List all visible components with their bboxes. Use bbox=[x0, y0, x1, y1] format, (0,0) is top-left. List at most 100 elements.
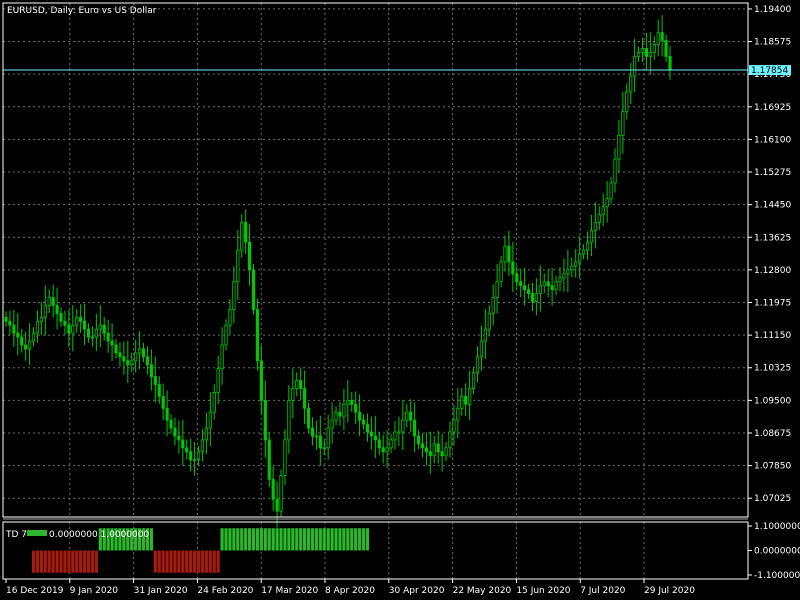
candle-body bbox=[79, 316, 83, 322]
candle-body bbox=[291, 388, 295, 401]
time-tick-label: 16 Dec 2019 bbox=[6, 586, 64, 596]
indicator-bar-down bbox=[192, 550, 197, 573]
candle-body bbox=[303, 388, 307, 409]
candle-body bbox=[161, 396, 165, 409]
candle-body bbox=[436, 443, 440, 453]
candle-body bbox=[224, 324, 228, 346]
candle-body bbox=[141, 348, 146, 358]
candle-body bbox=[534, 293, 539, 302]
candle-body bbox=[346, 399, 350, 405]
candle-body bbox=[51, 297, 55, 306]
candle-body bbox=[511, 261, 515, 275]
candle-body bbox=[71, 324, 75, 334]
candle-body bbox=[334, 411, 338, 421]
indicator-bar-up bbox=[283, 528, 287, 551]
candle-body bbox=[664, 40, 668, 57]
candle-body bbox=[471, 372, 476, 389]
candle-body bbox=[377, 439, 381, 449]
candle-body bbox=[381, 447, 385, 453]
candle-body bbox=[200, 439, 205, 453]
candle-body bbox=[538, 285, 542, 295]
candle-body bbox=[444, 447, 448, 457]
candle-body bbox=[106, 332, 110, 342]
candle-body bbox=[118, 352, 122, 358]
candle-body bbox=[244, 222, 248, 243]
candle-body bbox=[640, 48, 645, 53]
indicator-bar-down bbox=[157, 550, 161, 573]
indicator-bar-up bbox=[303, 528, 307, 551]
candle-body bbox=[491, 297, 495, 314]
candle-body bbox=[574, 261, 578, 267]
candle-body bbox=[55, 305, 59, 314]
price-tick-label: 1.07850 bbox=[754, 462, 791, 472]
candle-body bbox=[137, 348, 142, 354]
candle-body bbox=[499, 261, 503, 283]
candle-body bbox=[397, 431, 401, 434]
candle-body bbox=[581, 249, 586, 255]
candle-body bbox=[613, 158, 617, 184]
indicator-bar-up bbox=[244, 528, 248, 551]
indicator-bar-down bbox=[169, 550, 173, 573]
candle-body bbox=[385, 447, 389, 453]
candle-body bbox=[479, 340, 484, 358]
candle-body bbox=[342, 403, 346, 417]
indicator-bar-down bbox=[173, 550, 177, 573]
indicator-bar-down bbox=[196, 550, 201, 573]
candle-body bbox=[283, 439, 287, 476]
indicator-bar-down bbox=[208, 550, 212, 573]
candle-body bbox=[373, 435, 377, 441]
candle-body bbox=[295, 380, 299, 389]
indicator-bar-up bbox=[149, 528, 153, 551]
indicator-bar-up bbox=[251, 528, 256, 551]
candle-body bbox=[452, 419, 456, 433]
candle-body bbox=[310, 427, 315, 437]
indicator-bar-down bbox=[67, 550, 71, 573]
candle-body bbox=[597, 214, 601, 223]
candle-body bbox=[660, 32, 664, 41]
candle-body bbox=[350, 399, 354, 405]
candle-body bbox=[181, 439, 185, 449]
candle-body bbox=[271, 479, 275, 500]
time-tick-label: 15 Jun 2020 bbox=[516, 586, 570, 596]
candle-body bbox=[63, 320, 67, 326]
candle-body bbox=[456, 407, 460, 421]
current-price-label: 1.17854 bbox=[751, 66, 788, 76]
indicator-bar-up bbox=[291, 528, 295, 551]
candle-body bbox=[24, 344, 28, 350]
indicator-bar-up bbox=[314, 528, 318, 551]
candle-body bbox=[75, 316, 79, 326]
indicator-name: TD 7 bbox=[5, 530, 27, 540]
indicator-bar-up bbox=[361, 528, 366, 551]
candle-body bbox=[558, 277, 562, 283]
indicator-bar-down bbox=[181, 550, 185, 573]
candle-body bbox=[255, 309, 260, 362]
candle-body bbox=[306, 407, 311, 429]
candle-body bbox=[27, 340, 32, 350]
indicator-bar-up bbox=[255, 528, 260, 551]
candle-body bbox=[605, 198, 609, 208]
candle-body bbox=[554, 281, 558, 291]
candle-body bbox=[114, 344, 118, 354]
candle-body bbox=[169, 419, 173, 429]
indicator-bar-up bbox=[365, 528, 370, 551]
indicator-bar-down bbox=[39, 550, 43, 573]
indicator-bar-up bbox=[279, 528, 283, 551]
candle-body bbox=[633, 55, 637, 77]
indicator-bar-up bbox=[295, 528, 299, 551]
candle-body bbox=[204, 427, 208, 441]
indicator-bar-down bbox=[177, 550, 181, 573]
candle-body bbox=[216, 368, 220, 393]
candle-body bbox=[4, 316, 8, 322]
candle-body bbox=[428, 451, 432, 457]
indicator-bar-up bbox=[236, 528, 240, 551]
indicator-bar-up bbox=[338, 528, 342, 551]
candle-body bbox=[519, 281, 523, 287]
candle-body bbox=[31, 332, 36, 342]
mt4-chart-window[interactable]: 1.194001.185751.177501.169251.161001.152… bbox=[0, 0, 800, 600]
indicator-bar-down bbox=[204, 550, 208, 573]
indicator-bar-up bbox=[240, 528, 244, 551]
indicator-bar-up bbox=[275, 528, 279, 551]
price-tick-label: 1.07025 bbox=[754, 494, 791, 504]
candle-body bbox=[361, 419, 366, 425]
candle-body bbox=[389, 439, 393, 449]
